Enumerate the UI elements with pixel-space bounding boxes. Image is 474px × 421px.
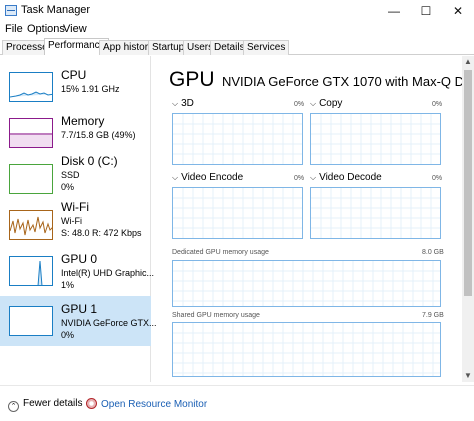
engine-copy-label: Copy — [319, 98, 343, 109]
engine-video-encode-label: Video Encode — [181, 172, 244, 183]
gpu0-usage: 1% — [61, 280, 75, 290]
engine-3d-selector[interactable]: ⌵ 3D — [172, 98, 194, 109]
resource-gpu1[interactable]: GPU 1 NVIDIA GeForce GTX... 0% — [0, 296, 157, 346]
engine-3d-percent: 0% — [294, 101, 305, 108]
menu-options[interactable]: Options — [27, 23, 65, 35]
resource-gpu0[interactable]: GPU 0 Intel(R) UHD Graphic... 1% — [0, 246, 155, 296]
wifi-throughput: S: 48.0 R: 472 Kbps — [61, 228, 142, 238]
gpu0-thumbnail-graph — [9, 256, 53, 286]
maximize-button[interactable]: ☐ — [410, 0, 442, 22]
graph-grid — [173, 323, 440, 376]
graph-grid — [311, 114, 440, 164]
engine-video-decode-selector[interactable]: ⌵ Video Decode — [310, 172, 382, 183]
gpu0-title: GPU 0 — [61, 252, 98, 266]
shared-memory-label: Shared GPU memory usage — [172, 312, 260, 319]
wifi-title: Wi-Fi — [61, 200, 89, 214]
page-title: GPU — [169, 68, 215, 91]
gpu1-model: NVIDIA GeForce GTX... — [61, 318, 157, 328]
graph-grid — [173, 114, 302, 164]
close-button[interactable]: ✕ — [442, 0, 474, 22]
menu-view[interactable]: View — [63, 23, 87, 35]
engine-3d-label: 3D — [181, 98, 194, 109]
cpu-usage: 15% 1.91 GHz — [61, 84, 120, 94]
cpu-thumbnail-graph — [9, 72, 53, 102]
fewer-details-label: Fewer details — [23, 398, 83, 409]
wifi-thumbnail-graph — [9, 210, 53, 240]
disk-usage: 0% — [61, 182, 75, 192]
shared-memory-max: 7.9 GB — [422, 312, 444, 319]
footer-bar: ⌃ Fewer details Open Resource Monitor — [0, 385, 474, 421]
title-bar: Task Manager — ☐ ✕ — [0, 0, 474, 22]
engine-video-encode-percent: 0% — [294, 175, 305, 182]
tab-bar: Processes Performance App history Startu… — [0, 38, 474, 55]
memory-thumbnail-graph — [9, 118, 53, 148]
gpu1-title: GPU 1 — [61, 302, 98, 316]
dedicated-memory-graph — [172, 260, 441, 307]
graph-grid — [311, 188, 440, 238]
chevron-down-icon: ⌵ — [310, 99, 317, 108]
resource-list: CPU 15% 1.91 GHz Memory 7.7/15.8 GB (49%… — [0, 56, 157, 382]
disk-title: Disk 0 (C:) — [61, 154, 118, 168]
disk-type: SSD — [61, 170, 80, 180]
engine-copy-selector[interactable]: ⌵ Copy — [310, 98, 342, 109]
chevron-down-icon: ⌵ — [172, 173, 179, 182]
minimize-button[interactable]: — — [378, 0, 410, 22]
engine-3d-graph — [172, 113, 303, 165]
window-title: Task Manager — [21, 4, 91, 16]
scroll-up-arrow-icon[interactable]: ▲ — [462, 56, 474, 68]
open-resource-monitor-label: Open Resource Monitor — [101, 399, 208, 410]
engine-video-encode-selector[interactable]: ⌵ Video Encode — [172, 172, 243, 183]
gpu-detail-panel: GPU NVIDIA GeForce GTX 1070 with Max-Q D… — [152, 56, 462, 382]
collapse-arrow-icon: ⌃ — [8, 401, 19, 412]
dedicated-memory-max: 8.0 GB — [422, 249, 444, 256]
graph-grid — [173, 261, 440, 306]
fewer-details-button[interactable]: ⌃ Fewer details — [8, 398, 82, 412]
graph-grid — [173, 188, 302, 238]
scroll-down-arrow-icon[interactable]: ▼ — [462, 370, 474, 382]
open-resource-monitor-link[interactable]: Open Resource Monitor — [86, 398, 207, 410]
scrollbar-thumb[interactable] — [464, 70, 472, 296]
chevron-down-icon: ⌵ — [172, 99, 179, 108]
gpu1-usage: 0% — [61, 330, 75, 340]
engine-copy-graph — [310, 113, 441, 165]
cpu-title: CPU — [61, 68, 87, 82]
chevron-down-icon: ⌵ — [310, 173, 317, 182]
memory-usage: 7.7/15.8 GB (49%) — [61, 130, 136, 140]
engine-video-decode-graph — [310, 187, 441, 239]
menu-bar: File Options View — [0, 22, 474, 38]
gpu-model-name: NVIDIA GeForce GTX 1070 with Max-Q Desi.… — [222, 74, 462, 89]
shared-memory-graph — [172, 322, 441, 377]
engine-video-decode-label: Video Decode — [319, 172, 382, 183]
menu-file[interactable]: File — [5, 23, 23, 35]
resource-cpu[interactable]: CPU 15% 1.91 GHz — [0, 62, 151, 112]
tab-services[interactable]: Services — [243, 40, 290, 55]
task-manager-icon — [5, 5, 17, 16]
dedicated-memory-label: Dedicated GPU memory usage — [172, 249, 269, 256]
wifi-adapter: Wi-Fi — [61, 216, 82, 226]
resource-wifi[interactable]: Wi-Fi Wi-Fi S: 48.0 R: 472 Kbps — [0, 200, 151, 250]
gpu0-model: Intel(R) UHD Graphic... — [61, 268, 155, 278]
gpu1-thumbnail-graph — [9, 306, 53, 336]
resource-disk[interactable]: Disk 0 (C:) SSD 0% — [0, 154, 151, 204]
engine-copy-percent: 0% — [432, 101, 443, 108]
engine-video-decode-percent: 0% — [432, 175, 443, 182]
memory-title: Memory — [61, 114, 105, 128]
disk-thumbnail-graph — [9, 164, 53, 194]
engine-video-encode-graph — [172, 187, 303, 239]
resource-monitor-icon — [86, 398, 97, 409]
resource-memory[interactable]: Memory 7.7/15.8 GB (49%) — [0, 108, 151, 158]
